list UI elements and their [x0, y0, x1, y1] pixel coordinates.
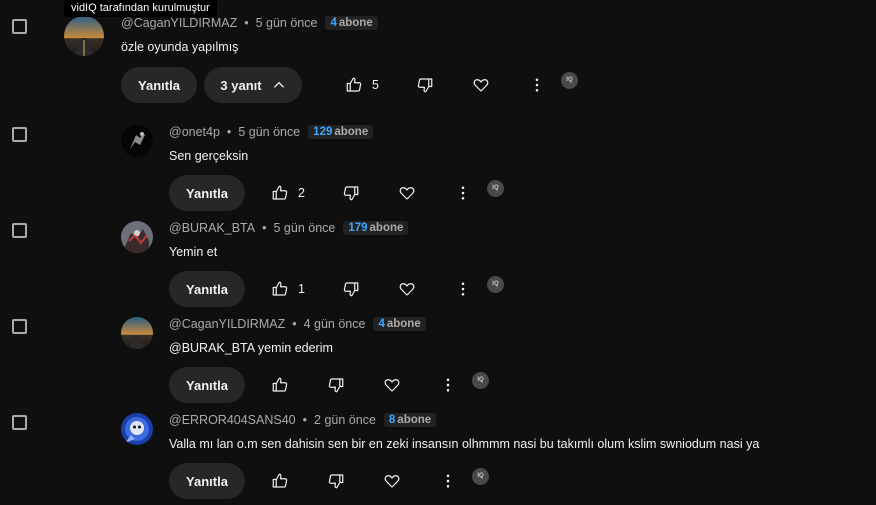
checkbox-icon[interactable] — [12, 19, 27, 34]
subscriber-label: abone — [334, 126, 369, 138]
more-icon[interactable] — [451, 181, 475, 205]
author-name[interactable]: @BURAK_BTA — [169, 221, 255, 235]
comment-text: Valla mı lan o.m sen dahisin sen bir en … — [169, 437, 760, 451]
like-count: 1 — [298, 282, 305, 296]
like-count: 5 — [372, 78, 379, 92]
like-count: 2 — [298, 186, 305, 200]
comment-time[interactable]: 5 gün önce — [273, 221, 335, 235]
dislike-icon[interactable] — [324, 373, 348, 397]
comment-text: Yemin et — [169, 245, 218, 259]
author-name[interactable]: @ERROR404SANS40 — [169, 413, 296, 427]
comment-text: @BURAK_BTA yemin ederim — [169, 341, 333, 355]
subscriber-count: 179 — [348, 222, 368, 234]
vidiq-icon[interactable]: IQ — [472, 467, 489, 485]
comment-actions: Yanıtla IQ — [169, 463, 489, 499]
reply-button[interactable]: Yanıtla — [169, 367, 245, 403]
avatar[interactable] — [121, 125, 153, 157]
replies-toggle-button[interactable]: 3 yanıt — [204, 67, 302, 103]
checkbox-icon[interactable] — [12, 319, 27, 334]
more-icon[interactable] — [451, 277, 475, 301]
author-name[interactable]: @onet4p — [169, 125, 220, 139]
comment-meta: @CaganYILDIRMAZ • 5 gün önce 4 abone — [121, 16, 378, 30]
comment-actions: Yanıtla 3 yanıt 5 IQ — [121, 67, 578, 103]
subscriber-badge: 4 abone — [325, 16, 378, 30]
comment-time[interactable]: 5 gün önce — [238, 125, 300, 139]
like-icon[interactable] — [268, 181, 292, 205]
comment-actions: Yanıtla 1 IQ — [169, 271, 504, 307]
subscriber-badge: 129 abone — [308, 125, 374, 139]
comment-time[interactable]: 4 gün önce — [304, 317, 366, 331]
avatar[interactable] — [121, 317, 153, 349]
chevron-up-icon — [273, 81, 284, 88]
comment-text: Sen gerçeksin — [169, 149, 249, 163]
subscriber-badge: 179 abone — [343, 221, 409, 235]
subscriber-count: 4 — [330, 17, 337, 29]
vidiq-icon[interactable]: IQ — [472, 371, 489, 389]
reply-button[interactable]: Yanıtla — [121, 67, 197, 103]
subscriber-label: abone — [369, 222, 404, 234]
comment-text: özle oyunda yapılmış — [121, 40, 239, 54]
avatar[interactable] — [121, 413, 153, 445]
subscriber-badge: 8 abone — [383, 413, 437, 427]
subscriber-label: abone — [386, 318, 421, 330]
subscriber-badge: 4 abone — [373, 317, 426, 331]
checkbox-icon[interactable] — [12, 223, 27, 238]
vidiq-icon[interactable]: IQ — [486, 179, 504, 197]
like-icon[interactable] — [268, 277, 292, 301]
vidiq-icon[interactable]: IQ — [560, 71, 578, 89]
like-icon[interactable] — [342, 73, 366, 97]
like-icon[interactable] — [268, 373, 292, 397]
vidiq-tooltip: vidIQ tarafından kurulmuştur — [64, 0, 217, 17]
comment-time[interactable]: 2 gün önce — [314, 413, 376, 427]
avatar[interactable] — [121, 221, 153, 253]
replies-label: 3 yanıt — [220, 77, 262, 93]
comment-meta: @onet4p • 5 gün önce 129 abone — [169, 125, 374, 139]
comment-meta: @CaganYILDIRMAZ • 4 gün önce 4 abone — [169, 317, 426, 331]
subscriber-count: 129 — [313, 126, 333, 138]
comment-time[interactable]: 5 gün önce — [256, 16, 318, 30]
heart-icon[interactable] — [380, 373, 404, 397]
comment-actions: Yanıtla 2 IQ — [169, 175, 504, 211]
checkbox-icon[interactable] — [12, 415, 27, 430]
comment-meta: @ERROR404SANS40 • 2 gün önce 8 abone — [169, 413, 437, 427]
like-icon[interactable] — [268, 469, 292, 493]
more-icon[interactable] — [436, 373, 460, 397]
subscriber-label: abone — [397, 414, 432, 426]
heart-icon[interactable] — [395, 277, 419, 301]
avatar[interactable] — [64, 16, 104, 56]
heart-icon[interactable] — [380, 469, 404, 493]
subscriber-count: 8 — [388, 414, 396, 426]
author-name[interactable]: @CaganYILDIRMAZ — [169, 317, 285, 331]
checkbox-icon[interactable] — [12, 127, 27, 142]
dislike-icon[interactable] — [413, 73, 437, 97]
dislike-icon[interactable] — [339, 277, 363, 301]
dislike-icon[interactable] — [339, 181, 363, 205]
vidiq-icon[interactable]: IQ — [486, 275, 504, 293]
heart-icon[interactable] — [395, 181, 419, 205]
author-name[interactable]: @CaganYILDIRMAZ — [121, 16, 237, 30]
reply-button[interactable]: Yanıtla — [169, 175, 245, 211]
reply-button[interactable]: Yanıtla — [169, 271, 245, 307]
comment-actions: Yanıtla IQ — [169, 367, 489, 403]
comment-meta: @BURAK_BTA • 5 gün önce 179 abone — [169, 221, 409, 235]
more-icon[interactable] — [525, 73, 549, 97]
heart-icon[interactable] — [469, 73, 493, 97]
subscriber-count: 4 — [378, 318, 385, 330]
subscriber-label: abone — [338, 17, 373, 29]
dislike-icon[interactable] — [324, 469, 348, 493]
more-icon[interactable] — [436, 469, 460, 493]
reply-button[interactable]: Yanıtla — [169, 463, 245, 499]
